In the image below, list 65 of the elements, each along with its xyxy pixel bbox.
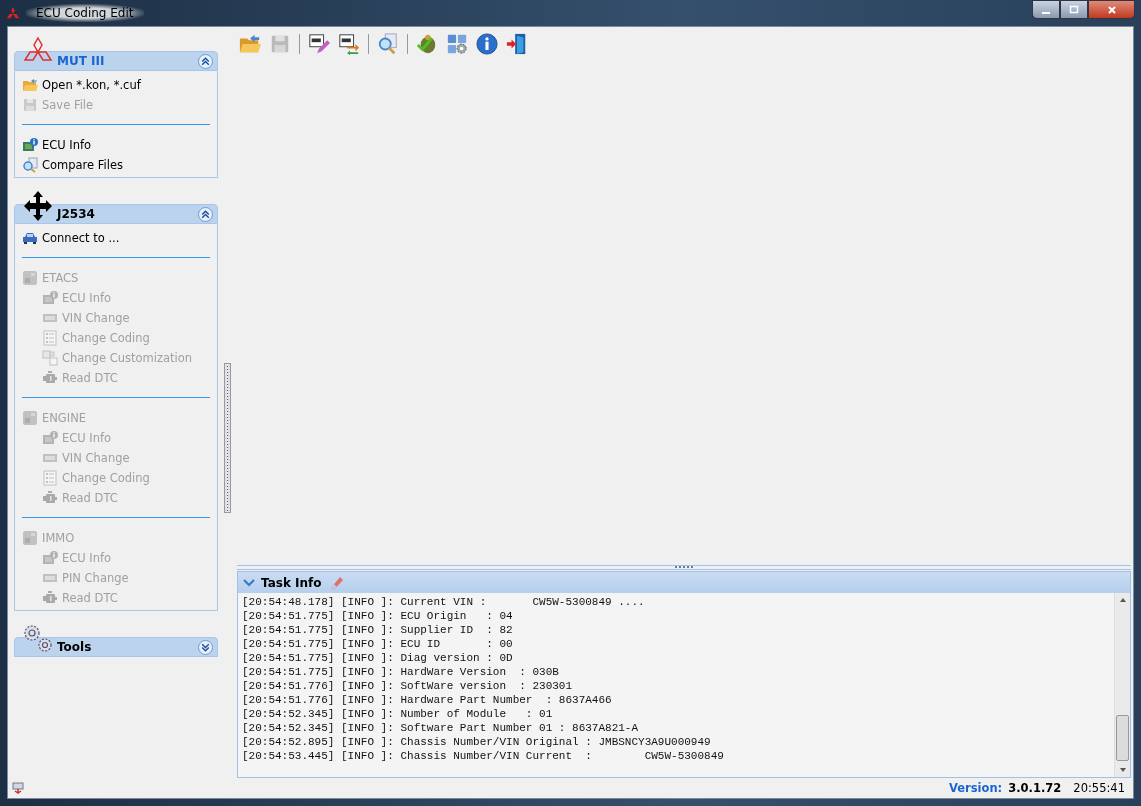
engine-icon <box>42 370 58 386</box>
settings-icon[interactable] <box>446 33 468 55</box>
menu-item[interactable]: Compare Files <box>22 155 210 175</box>
engine-icon <box>42 490 58 506</box>
log-line: [20:54:51.776] [INFO ]: Hardware Part Number : 8637A466 <box>242 693 613 707</box>
log-line: [20:54:52.345] [INFO ]: Number of Module : 01 <box>242 707 554 721</box>
download-icon <box>12 782 24 794</box>
scroll-thumb[interactable] <box>1116 715 1129 761</box>
chip-info-icon <box>42 550 58 566</box>
squares-icon <box>42 350 58 366</box>
log-line: [20:54:51.776] [INFO ]: SoftWare version : 230301 <box>242 679 574 693</box>
menu-item[interactable]: Open *.kon, *.cuf <box>22 75 210 95</box>
magnifier-page-icon <box>22 157 38 173</box>
log-line: [20:54:51.775] [INFO ]: ECU Origin : 04 <box>242 609 514 623</box>
engine-icon <box>42 590 58 606</box>
panel-header[interactable]: Tools <box>14 637 218 657</box>
version-number: 3.0.1.72 <box>1008 781 1062 795</box>
log-line: [20:54:52.895] [INFO ]: Chassis Number/VIN Original : JMBSNCY3A9U000949 <box>242 735 712 749</box>
version-label: Version: <box>949 781 1003 795</box>
info-icon[interactable] <box>476 33 498 55</box>
module-icon <box>22 530 38 546</box>
scroll-up-icon[interactable] <box>1119 598 1126 602</box>
list-icon <box>42 470 58 486</box>
window-title: ECU Coding Edit <box>26 4 144 22</box>
menu-item[interactable]: ECU Info <box>22 135 210 155</box>
car-icon <box>22 230 38 246</box>
maximize-icon <box>1069 4 1079 15</box>
diamonds-logo <box>6 6 20 20</box>
collapse-icon[interactable] <box>198 206 213 222</box>
collapse-icon[interactable] <box>198 53 213 69</box>
panel-header[interactable]: J2534 <box>14 204 218 224</box>
close-button[interactable] <box>1088 0 1135 19</box>
minimize-button[interactable] <box>1032 0 1060 19</box>
log-line: [20:54:51.775] [INFO ]: Diag version : 0D <box>242 651 514 665</box>
panel-header[interactable]: MUT III <box>14 51 218 71</box>
log-line: [20:54:51.775] [INFO ]: HardWare Version : 030B <box>242 665 560 679</box>
collapse-icon[interactable] <box>243 577 255 588</box>
search-icon[interactable] <box>377 33 399 55</box>
log-line: [20:54:52.345] [INFO ]: Software Part Number 01 : 8637A821-A <box>242 721 640 735</box>
log-line: [20:54:48.178] [INFO ]: Current VIN : CW5W-5300849 .... <box>242 595 646 609</box>
scrollbar[interactable] <box>1114 593 1130 777</box>
module-icon <box>22 410 38 426</box>
bug-check-icon[interactable] <box>416 33 438 55</box>
chip-info-icon <box>42 430 58 446</box>
module-icon <box>22 270 38 286</box>
chip-info-icon <box>22 137 38 153</box>
splitter-handle[interactable] <box>224 362 231 513</box>
task-info-header[interactable]: Task Info <box>238 572 1130 593</box>
ini-file-arrows-icon[interactable] <box>338 33 360 55</box>
ini-file-pencil-icon[interactable] <box>308 33 330 55</box>
list-icon <box>42 330 58 346</box>
chip-info-icon <box>42 290 58 306</box>
minimize-icon <box>1042 11 1050 14</box>
log-line: [20:54:51.775] [INFO ]: Supplier ID : 82 <box>242 623 514 637</box>
log-line: [20:54:51.775] [INFO ]: ECU ID : 00 <box>242 637 514 651</box>
scroll-down-icon[interactable] <box>1119 768 1126 772</box>
log-line: [20:54:53.445] [INFO ]: Chassis Number/VIN Current : CW5W-5300849 <box>242 749 725 763</box>
clock-time: 20:55:41 <box>1073 781 1125 795</box>
folder-icon <box>22 77 38 93</box>
open-folder-icon[interactable] <box>239 33 261 55</box>
exit-door-icon[interactable] <box>506 33 528 55</box>
expand-icon[interactable] <box>198 639 213 655</box>
maximize-button[interactable] <box>1060 0 1088 19</box>
menu-item[interactable]: Connect to ... <box>22 228 210 248</box>
close-icon <box>1106 4 1117 15</box>
